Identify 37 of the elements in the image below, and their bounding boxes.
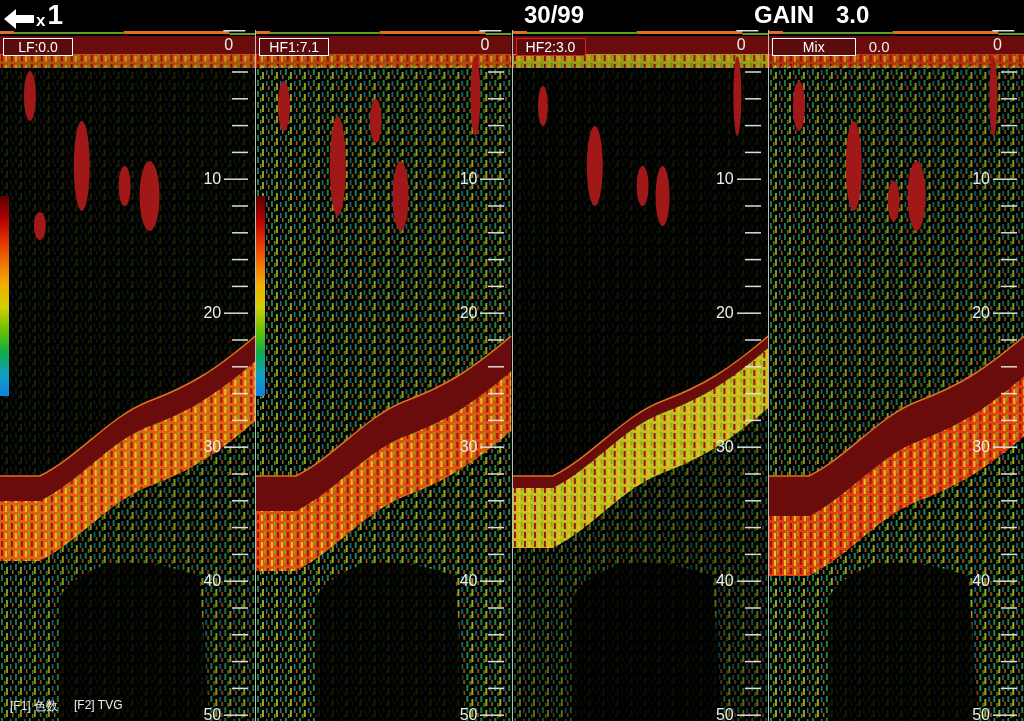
depth-label: 10 (715, 171, 734, 187)
depth-label: 20 (459, 305, 478, 321)
depth-label: 40 (203, 573, 222, 589)
function-key-hint: [F2] TVG (74, 698, 123, 714)
depth-label: 20 (203, 305, 222, 321)
depth-label: 30 (972, 439, 990, 455)
channel-label[interactable]: Mix (771, 38, 856, 56)
zoom-prefix: x (36, 12, 46, 29)
page-counter: 30/99 (524, 1, 586, 29)
depth-label: 0 (993, 37, 1002, 53)
function-key-hint: [F1] 色数 (10, 698, 58, 715)
gain-label: GAIN (754, 1, 814, 29)
depth-label: 0 (480, 37, 490, 53)
channel-value: 0.0 (868, 38, 890, 55)
depth-label: 30 (203, 439, 222, 455)
channel-label[interactable]: LF:0.0 (3, 38, 73, 56)
zoom-value: 1 (47, 1, 64, 29)
depth-label: 30 (459, 439, 478, 455)
depth-label: 0 (224, 37, 234, 53)
depth-label: 10 (972, 171, 990, 187)
depth-label: 40 (459, 573, 478, 589)
depth-label: 40 (972, 573, 990, 589)
depth-label: 10 (459, 171, 478, 187)
channel-label[interactable]: HF1:7.1 (259, 38, 330, 56)
depth-label: 50 (972, 707, 990, 721)
depth-label: 50 (715, 707, 734, 721)
depth-label: 20 (972, 305, 990, 321)
depth-label: 50 (203, 707, 222, 721)
depth-label: 30 (715, 439, 734, 455)
channel-label[interactable]: HF2:3.0 (515, 38, 586, 56)
back-arrow-icon[interactable] (4, 9, 34, 29)
depth-label: 50 (459, 707, 478, 721)
depth-label: 10 (203, 171, 222, 187)
depth-label: 0 (736, 37, 746, 53)
gain-value: 3.0 (836, 1, 870, 29)
depth-label: 20 (715, 305, 734, 321)
depth-label: 40 (715, 573, 734, 589)
